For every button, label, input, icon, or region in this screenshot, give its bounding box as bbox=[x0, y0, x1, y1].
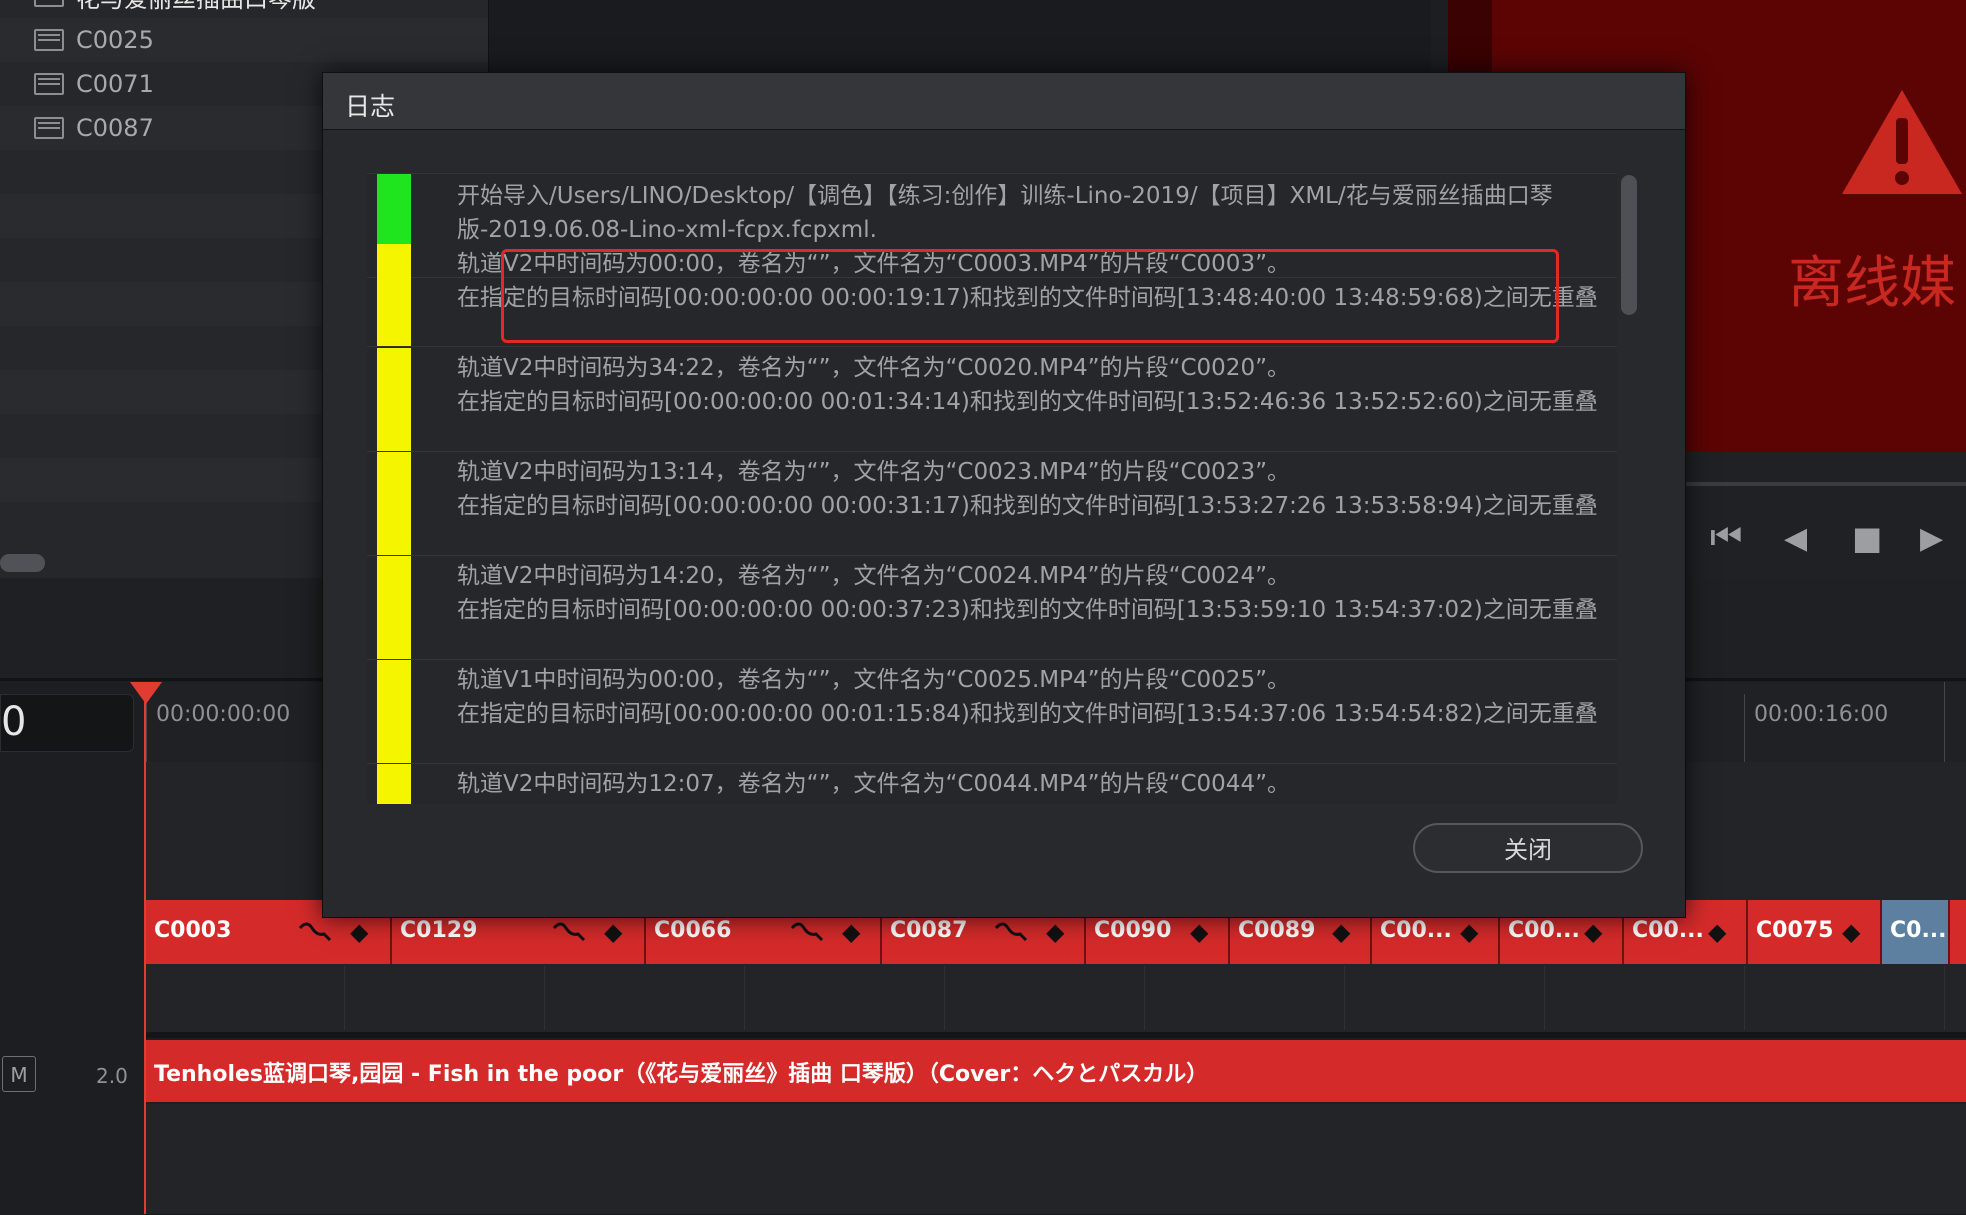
media-pool-item[interactable]: 花与爱丽丝插曲口琴版 bbox=[0, 0, 488, 18]
speed-change-icon bbox=[298, 922, 332, 942]
media-pool-item-label: C0025 bbox=[76, 26, 154, 54]
keyframe-icon[interactable]: ◆ bbox=[604, 920, 622, 944]
playhead-line[interactable] bbox=[144, 690, 146, 1214]
media-pool-item[interactable]: C0025 bbox=[0, 18, 488, 62]
clip-label: C0089 bbox=[1238, 918, 1316, 943]
clip-label: C0066 bbox=[654, 918, 732, 943]
log-list-scrollbar[interactable] bbox=[1621, 175, 1637, 315]
media-pool-item-label: C0071 bbox=[76, 70, 154, 98]
log-entry-line: 开始导入/Users/LINO/Desktop/【调色】【练习:创作】训练-Li… bbox=[457, 183, 1553, 209]
log-entry-line: 轨道V1中时间码为00:00，卷名为“”，文件名为“C0025.MP4”的片段“… bbox=[457, 667, 1290, 693]
log-entry[interactable]: 轨道V2中时间码为12:07，卷名为“”，文件名为“C0044.MP4”的片段“… bbox=[367, 764, 1617, 804]
close-button[interactable]: 关闭 bbox=[1413, 823, 1643, 873]
clip-label: C0... bbox=[1890, 918, 1947, 943]
clip-icon bbox=[34, 117, 64, 139]
keyframe-icon[interactable]: ◆ bbox=[1584, 920, 1602, 944]
log-entry-line: 在指定的目标时间码[00:00:00:00 00:01:34:14)和找到的文件… bbox=[457, 389, 1598, 415]
warning-triangle-icon bbox=[1842, 90, 1962, 194]
reverse-play-icon[interactable]: ◀ bbox=[1784, 524, 1807, 554]
keyframe-icon[interactable]: ◆ bbox=[1460, 920, 1478, 944]
timeline-clip[interactable] bbox=[1950, 900, 1966, 964]
ruler-start-timecode: 00:00:00:00 bbox=[156, 702, 291, 727]
log-entry-line: 轨道V2中时间码为14:20，卷名为“”，文件名为“C0024.MP4”的片段“… bbox=[457, 563, 1290, 589]
timeline-clip-icon bbox=[34, 0, 64, 7]
dialog-title: 日志 bbox=[345, 92, 396, 121]
clip-label: C0129 bbox=[400, 918, 478, 943]
keyframe-icon[interactable]: ◆ bbox=[350, 920, 368, 944]
speed-change-icon bbox=[790, 922, 824, 942]
log-entry-line: 版-2019.06.08-Lino-xml-fcpx.fcpxml. bbox=[457, 217, 877, 243]
dialog-titlebar[interactable]: 日志 bbox=[323, 73, 1685, 130]
audio-clip-label: Tenholes蓝调口琴,园园 - Fish in the poor（《花与爱丽… bbox=[154, 1062, 1209, 1087]
log-entry-line: 轨道V2中时间码为13:14，卷名为“”，文件名为“C0023.MP4”的片段“… bbox=[457, 459, 1290, 485]
clip-icon bbox=[34, 29, 64, 51]
status-warning-indicator bbox=[377, 660, 411, 763]
status-warning-indicator bbox=[377, 348, 411, 451]
clip-icon bbox=[34, 73, 64, 95]
keyframe-icon[interactable]: ◆ bbox=[1046, 920, 1064, 944]
log-entry[interactable]: 轨道V1中时间码为00:00，卷名为“”，文件名为“C0025.MP4”的片段“… bbox=[367, 660, 1617, 764]
play-icon[interactable]: ▶ bbox=[1920, 524, 1943, 554]
log-entry-line: 轨道V2中时间码为12:07，卷名为“”，文件名为“C0044.MP4”的片段“… bbox=[457, 771, 1290, 797]
keyframe-icon[interactable]: ◆ bbox=[842, 920, 860, 944]
log-entry-line: 在指定的目标时间码[00:00:00:00 00:00:37:23)和找到的文件… bbox=[457, 597, 1598, 623]
log-entry-line: 在指定的目标时间码[00:00:00:00 00:01:15:84)和找到的文件… bbox=[457, 701, 1598, 727]
audio-track-level: 2.0 bbox=[96, 1064, 128, 1088]
keyframe-icon[interactable]: ◆ bbox=[1708, 920, 1726, 944]
stop-icon[interactable]: ■ bbox=[1852, 522, 1882, 554]
media-pool-item-label: 花与爱丽丝插曲口琴版 bbox=[76, 0, 316, 14]
ruler-mark-timecode: 00:00:16:00 bbox=[1754, 702, 1889, 727]
timeline-timecode[interactable]: 0 bbox=[0, 694, 134, 752]
log-entry[interactable]: 轨道V2中时间码为13:14，卷名为“”，文件名为“C0023.MP4”的片段“… bbox=[367, 452, 1617, 556]
keyframe-icon[interactable]: ◆ bbox=[1842, 920, 1860, 944]
speed-change-icon bbox=[994, 922, 1028, 942]
log-entry-line: 轨道V2中时间码为34:22，卷名为“”，文件名为“C0020.MP4”的片段“… bbox=[457, 355, 1290, 381]
playhead-handle[interactable] bbox=[130, 682, 162, 704]
clip-label: C0075 bbox=[1756, 918, 1834, 943]
offline-media-text: 离线媒 bbox=[1788, 251, 1956, 316]
log-entry[interactable]: 轨道V2中时间码为34:22，卷名为“”，文件名为“C0020.MP4”的片段“… bbox=[367, 348, 1617, 452]
clip-label: C00... bbox=[1380, 918, 1452, 943]
keyframe-icon[interactable]: ◆ bbox=[1190, 920, 1208, 944]
clip-label: C0090 bbox=[1094, 918, 1172, 943]
annotation-highlight-box bbox=[501, 249, 1559, 343]
media-pool-item-label: C0087 bbox=[76, 114, 154, 142]
timeline-clip-selected[interactable]: C0... bbox=[1882, 900, 1950, 964]
clip-label: C00... bbox=[1632, 918, 1704, 943]
audio-mute-button[interactable]: M bbox=[2, 1056, 36, 1092]
status-warning-indicator bbox=[377, 452, 411, 555]
audio-track-lower bbox=[146, 1104, 1966, 1215]
log-dialog: 日志 开始导入/Users/LINO/Desktop/【调色】【练习:创作】训练… bbox=[322, 72, 1686, 918]
status-warning-indicator bbox=[377, 244, 411, 346]
log-entry[interactable]: 轨道V2中时间码为14:20，卷名为“”，文件名为“C0024.MP4”的片段“… bbox=[367, 556, 1617, 660]
log-entry-line: 在指定的目标时间码[00:00:00:00 00:00:31:17)和找到的文件… bbox=[457, 493, 1598, 519]
track-headers bbox=[0, 762, 146, 1214]
media-pool-scrollbar[interactable] bbox=[0, 554, 45, 572]
status-warning-indicator bbox=[377, 764, 411, 804]
status-warning-indicator bbox=[377, 556, 411, 659]
keyframe-icon[interactable]: ◆ bbox=[1332, 920, 1350, 944]
timeline-clip[interactable]: C0075 ◆ bbox=[1748, 900, 1882, 964]
clip-label: C00... bbox=[1508, 918, 1580, 943]
skip-to-start-icon[interactable]: ⏮ bbox=[1710, 520, 1742, 556]
video-track-empty bbox=[146, 968, 1966, 1033]
viewer-scrubber[interactable] bbox=[1686, 482, 1966, 486]
audio-clip[interactable]: Tenholes蓝调口琴,园园 - Fish in the poor（《花与爱丽… bbox=[146, 1040, 1966, 1102]
speed-change-icon bbox=[552, 922, 586, 942]
timecode-value: 0 bbox=[1, 699, 27, 745]
clip-label: C0003 bbox=[154, 918, 232, 943]
clip-label: C0087 bbox=[890, 918, 968, 943]
